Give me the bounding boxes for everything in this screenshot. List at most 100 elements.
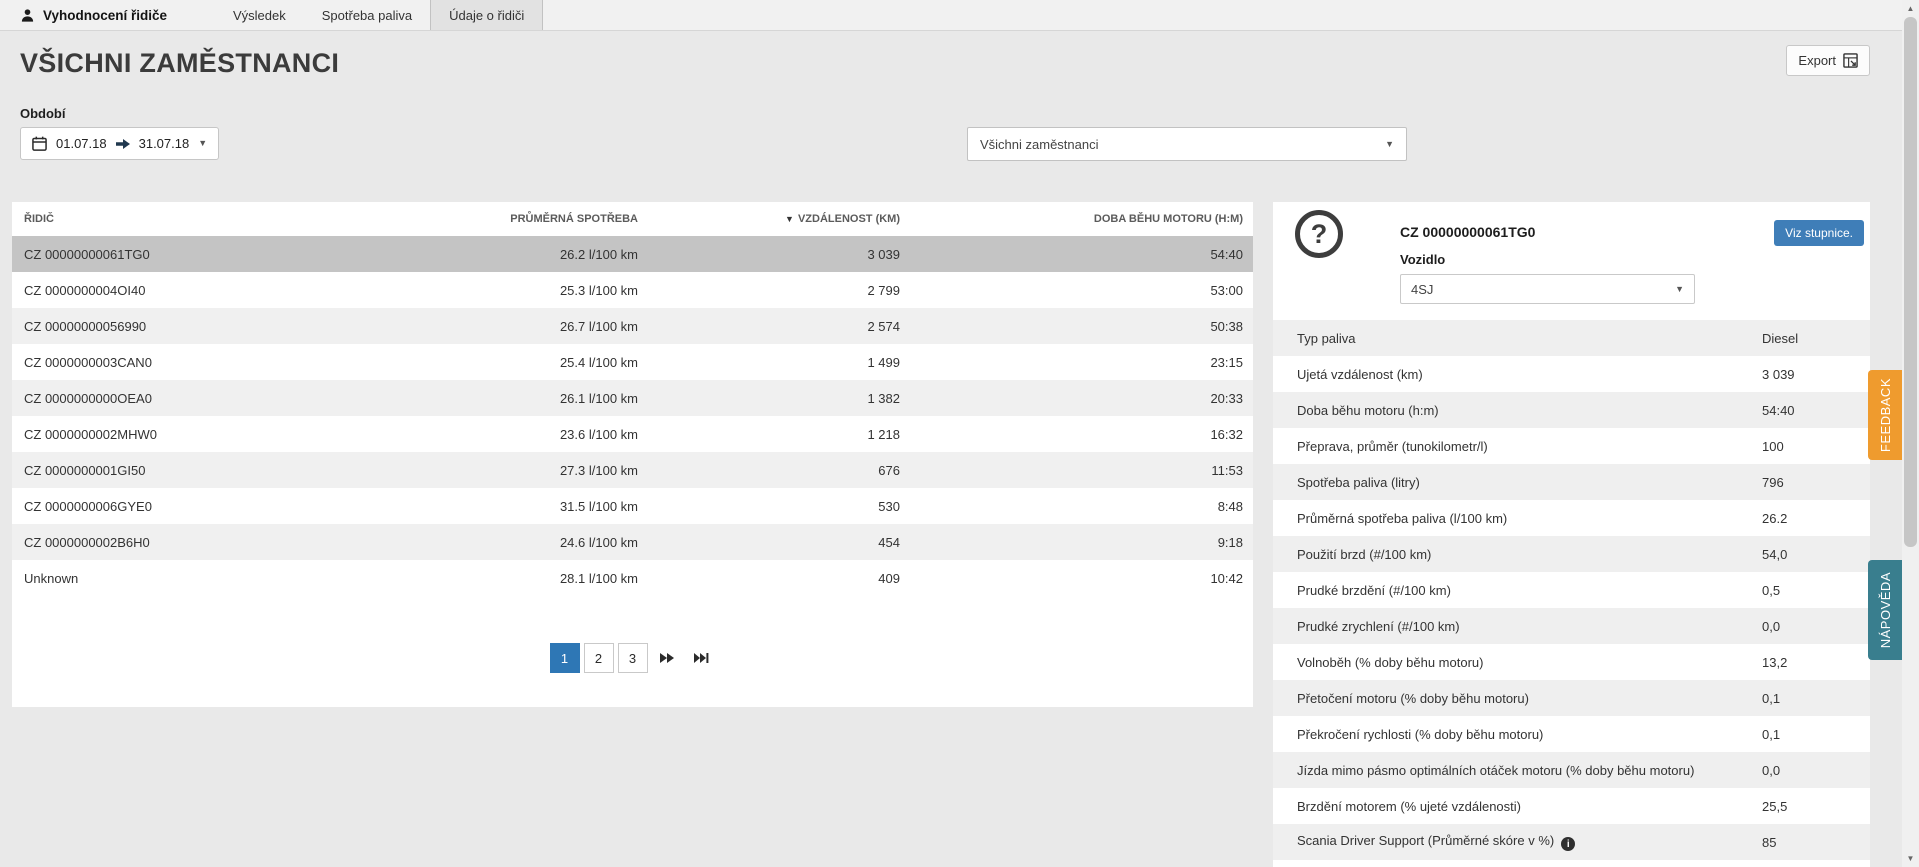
cons-cell: 26.2 l/100 km <box>559 246 638 262</box>
drivers-table: ŘIDIČ PRŮMĚRNÁ SPOTŘEBA ▼ VZDÁLENOST (KM)… <box>12 202 1253 596</box>
table-row[interactable]: CZ 0000000000OEA0 26.1 l/100 km 1 382 20:33 <box>12 380 1253 416</box>
calendar-icon <box>32 136 47 151</box>
detail-label: Překročení rychlosti (% doby běhu motoru… <box>1297 726 1544 742</box>
scroll-up-arrow[interactable]: ▲ <box>1902 0 1919 17</box>
column-header-consumption[interactable]: PRŮMĚRNÁ SPOTŘEBA <box>447 202 650 236</box>
view-scale-button[interactable]: Viz stupnice. <box>1774 220 1864 246</box>
help-tab[interactable]: NÁPOVĚDA <box>1868 560 1902 660</box>
detail-row: Ujetá vzdálenost (km) 3 039 <box>1273 356 1870 392</box>
time-cell: 50:38 <box>1210 318 1243 334</box>
detail-row: Spotřeba paliva (litry) 796 <box>1273 464 1870 500</box>
cons-cell: 27.3 l/100 km <box>559 462 638 478</box>
detail-row: Přetočení motoru (% doby běhu motoru) 0,1 <box>1273 680 1870 716</box>
detail-label: Doba běhu motoru (h:m) <box>1297 402 1439 418</box>
driver-cell: CZ 00000000061TG0 <box>24 246 150 262</box>
app-title: Vyhodnocení řidiče <box>0 0 215 30</box>
driver-detail-table: Typ paliva Diesel Ujetá vzdálenost (km) 3 0… <box>1273 320 1870 860</box>
fast-forward-button[interactable] <box>652 643 682 673</box>
tab-spotreba-paliva[interactable]: Spotřeba paliva <box>304 0 430 30</box>
time-cell: 53:00 <box>1210 282 1243 298</box>
column-header-engine-time[interactable]: DOBA BĚHU MOTORU (H:M) <box>912 202 1253 236</box>
pagination: 123 <box>12 643 1253 673</box>
dist-cell: 530 <box>878 498 900 514</box>
detail-driver-id: CZ 00000000061TG0 <box>1400 224 1536 240</box>
table-row[interactable]: CZ 0000000003CAN0 25.4 l/100 km 1 499 23:15 <box>12 344 1253 380</box>
table-row[interactable]: CZ 00000000061TG0 26.2 l/100 km 3 039 54:40 <box>12 236 1253 272</box>
detail-value: 3 039 <box>1762 366 1795 382</box>
vehicle-label: Vozidlo <box>1400 252 1446 267</box>
tab-vysledek[interactable]: Výsledek <box>215 0 304 30</box>
employee-filter-value: Všichni zaměstnanci <box>980 136 1099 152</box>
dist-cell: 454 <box>878 534 900 550</box>
employee-filter-select[interactable]: Všichni zaměstnanci ▼ <box>967 127 1407 161</box>
app-title-text: Vyhodnocení řidiče <box>43 7 168 23</box>
detail-row: Přeprava, průměr (tunokilometr/l) 100 <box>1273 428 1870 464</box>
detail-label: Přeprava, průměr (tunokilometr/l) <box>1297 438 1488 454</box>
column-header-distance[interactable]: ▼ VZDÁLENOST (KM) <box>650 202 912 236</box>
drivers-panel: ŘIDIČ PRŮMĚRNÁ SPOTŘEBA ▼ VZDÁLENOST (KM)… <box>12 202 1253 707</box>
detail-value: 13,2 <box>1762 654 1788 670</box>
date-to: 31.07.18 <box>138 136 190 151</box>
detail-label: Jízda mimo pásmo optimálních otáček moto… <box>1297 762 1695 778</box>
dist-cell: 3 039 <box>867 246 900 262</box>
detail-value: 0,1 <box>1762 726 1781 742</box>
column-header-distance-label: VZDÁLENOST (KM) <box>797 213 900 225</box>
help-tab-label: NÁPOVĚDA <box>1877 571 1893 649</box>
detail-label: Přetočení motoru (% doby běhu motoru) <box>1297 690 1529 706</box>
fast-forward-icon <box>659 653 674 663</box>
export-button[interactable]: Export <box>1786 45 1870 76</box>
vehicle-select-value: 4SJ <box>1411 281 1434 297</box>
unknown-driver-icon: ? <box>1295 210 1343 258</box>
page-numbers: 123 <box>549 643 648 673</box>
detail-label: Volnoběh (% doby běhu motoru) <box>1297 654 1484 670</box>
vehicle-select[interactable]: 4SJ ▼ <box>1400 274 1695 304</box>
cons-cell: 31.5 l/100 km <box>559 498 638 514</box>
page-button-2[interactable]: 2 <box>583 643 614 673</box>
page-button-3[interactable]: 3 <box>617 643 648 673</box>
scroll-down-arrow[interactable]: ▼ <box>1902 850 1919 867</box>
table-row[interactable]: CZ 0000000004OI40 25.3 l/100 km 2 799 53:00 <box>12 272 1253 308</box>
detail-label: Prudké brzdění (#/100 km) <box>1297 582 1451 598</box>
cons-cell: 24.6 l/100 km <box>559 534 638 550</box>
dist-cell: 676 <box>878 462 900 478</box>
export-icon <box>1843 53 1858 68</box>
cons-cell: 26.1 l/100 km <box>559 390 638 406</box>
tab-udaje-o-ridici[interactable]: Údaje o řidiči <box>430 0 544 30</box>
dist-cell: 1 382 <box>867 390 900 406</box>
dist-cell: 1 218 <box>867 426 900 442</box>
table-row[interactable]: CZ 00000000056990 26.7 l/100 km 2 574 50:38 <box>12 308 1253 344</box>
driver-cell: CZ 0000000006GYE0 <box>24 498 152 514</box>
vertical-scrollbar[interactable]: ▲ ▼ <box>1902 0 1919 867</box>
table-row[interactable]: CZ 0000000002B6H0 24.6 l/100 km 454 9:18 <box>12 524 1253 560</box>
table-row[interactable]: CZ 0000000006GYE0 31.5 l/100 km 530 8:48 <box>12 488 1253 524</box>
scrollbar-thumb[interactable] <box>1904 17 1917 547</box>
detail-label: Ujetá vzdálenost (km) <box>1297 366 1423 382</box>
last-page-button[interactable] <box>686 643 716 673</box>
detail-label: Použití brzd (#/100 km) <box>1297 546 1432 562</box>
detail-label: Scania Driver Support (Průměrné skóre v … <box>1273 824 1762 860</box>
cons-cell: 28.1 l/100 km <box>559 570 638 586</box>
detail-row: Brzdění motorem (% ujeté vzdálenosti) 25,… <box>1273 788 1870 824</box>
table-row[interactable]: CZ 0000000001GI50 27.3 l/100 km 676 11:53 <box>12 452 1253 488</box>
time-cell: 9:18 <box>1217 534 1243 550</box>
detail-label: Typ paliva <box>1297 330 1356 346</box>
table-row[interactable]: CZ 0000000002MHW0 23.6 l/100 km 1 218 16:32 <box>12 416 1253 452</box>
page-button-1[interactable]: 1 <box>549 643 580 673</box>
table-row[interactable]: Unknown 28.1 l/100 km 409 10:42 <box>12 560 1253 596</box>
driver-detail-panel: ? CZ 00000000061TG0 Vozidlo 4SJ ▼ Viz st… <box>1273 202 1870 867</box>
detail-label: Spotřeba paliva (litry) <box>1297 474 1420 490</box>
cons-cell: 25.4 l/100 km <box>559 354 638 370</box>
export-label: Export <box>1798 53 1836 68</box>
dist-cell: 1 499 <box>867 354 900 370</box>
driver-detail-header: ? CZ 00000000061TG0 Vozidlo 4SJ ▼ Viz st… <box>1273 202 1870 320</box>
column-header-driver[interactable]: ŘIDIČ <box>12 202 447 236</box>
time-cell: 10:42 <box>1210 570 1243 586</box>
driver-cell: CZ 00000000056990 <box>24 318 147 334</box>
feedback-tab[interactable]: FEEDBACK <box>1868 370 1902 460</box>
period-label: Období <box>20 106 66 121</box>
date-range-picker[interactable]: 01.07.18 31.07.18 ▼ <box>20 127 220 160</box>
detail-value: 796 <box>1762 474 1784 490</box>
feedback-tab-label: FEEDBACK <box>1877 377 1893 453</box>
info-icon[interactable]: i <box>1561 837 1576 852</box>
date-from: 01.07.18 <box>56 136 107 151</box>
